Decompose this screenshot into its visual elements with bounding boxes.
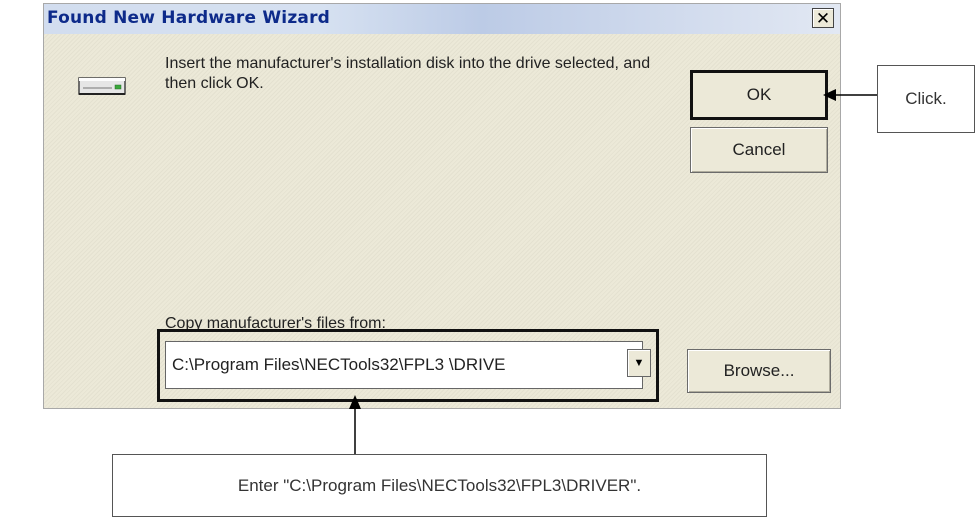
arrow-overlay [349,89,877,454]
arrow-icon [823,89,877,101]
arrow-icon [349,395,361,454]
